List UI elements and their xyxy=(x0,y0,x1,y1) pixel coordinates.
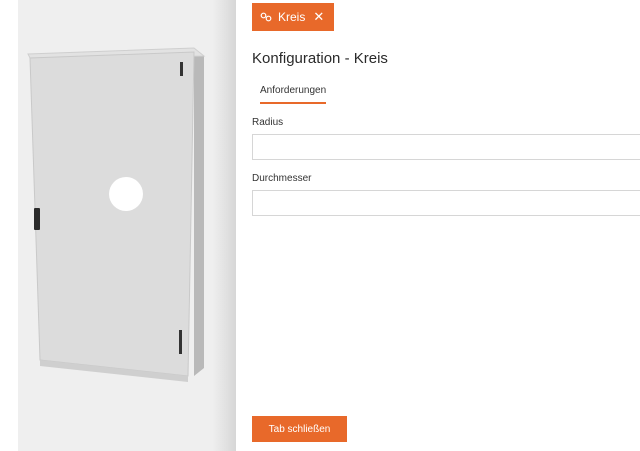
cabinet-edge-mark xyxy=(179,330,182,354)
shape-link-icon xyxy=(260,12,272,22)
door-handle xyxy=(34,208,40,230)
cabinet-edge-mark xyxy=(180,62,183,76)
3d-viewport[interactable] xyxy=(18,0,236,451)
cabinet-side xyxy=(194,52,204,376)
config-panel: Kreis ✕ Konfiguration - Kreis Anforderun… xyxy=(236,0,640,451)
durchmesser-label: Durchmesser xyxy=(252,173,312,184)
circle-cutout[interactable] xyxy=(109,177,143,211)
durchmesser-input[interactable] xyxy=(252,190,640,216)
cabinet-door xyxy=(29,51,195,377)
close-icon[interactable]: ✕ xyxy=(313,9,324,25)
page-title: Konfiguration - Kreis xyxy=(252,50,388,67)
close-tab-button[interactable]: Tab schließen xyxy=(252,416,347,442)
radius-input[interactable] xyxy=(252,134,640,160)
tab-anforderungen[interactable]: Anforderungen xyxy=(260,85,327,104)
radius-label: Radius xyxy=(252,117,284,128)
tab-kreis-label: Kreis xyxy=(278,10,306,24)
cabinet-model xyxy=(27,47,206,382)
tab-kreis[interactable]: Kreis ✕ xyxy=(252,3,334,31)
